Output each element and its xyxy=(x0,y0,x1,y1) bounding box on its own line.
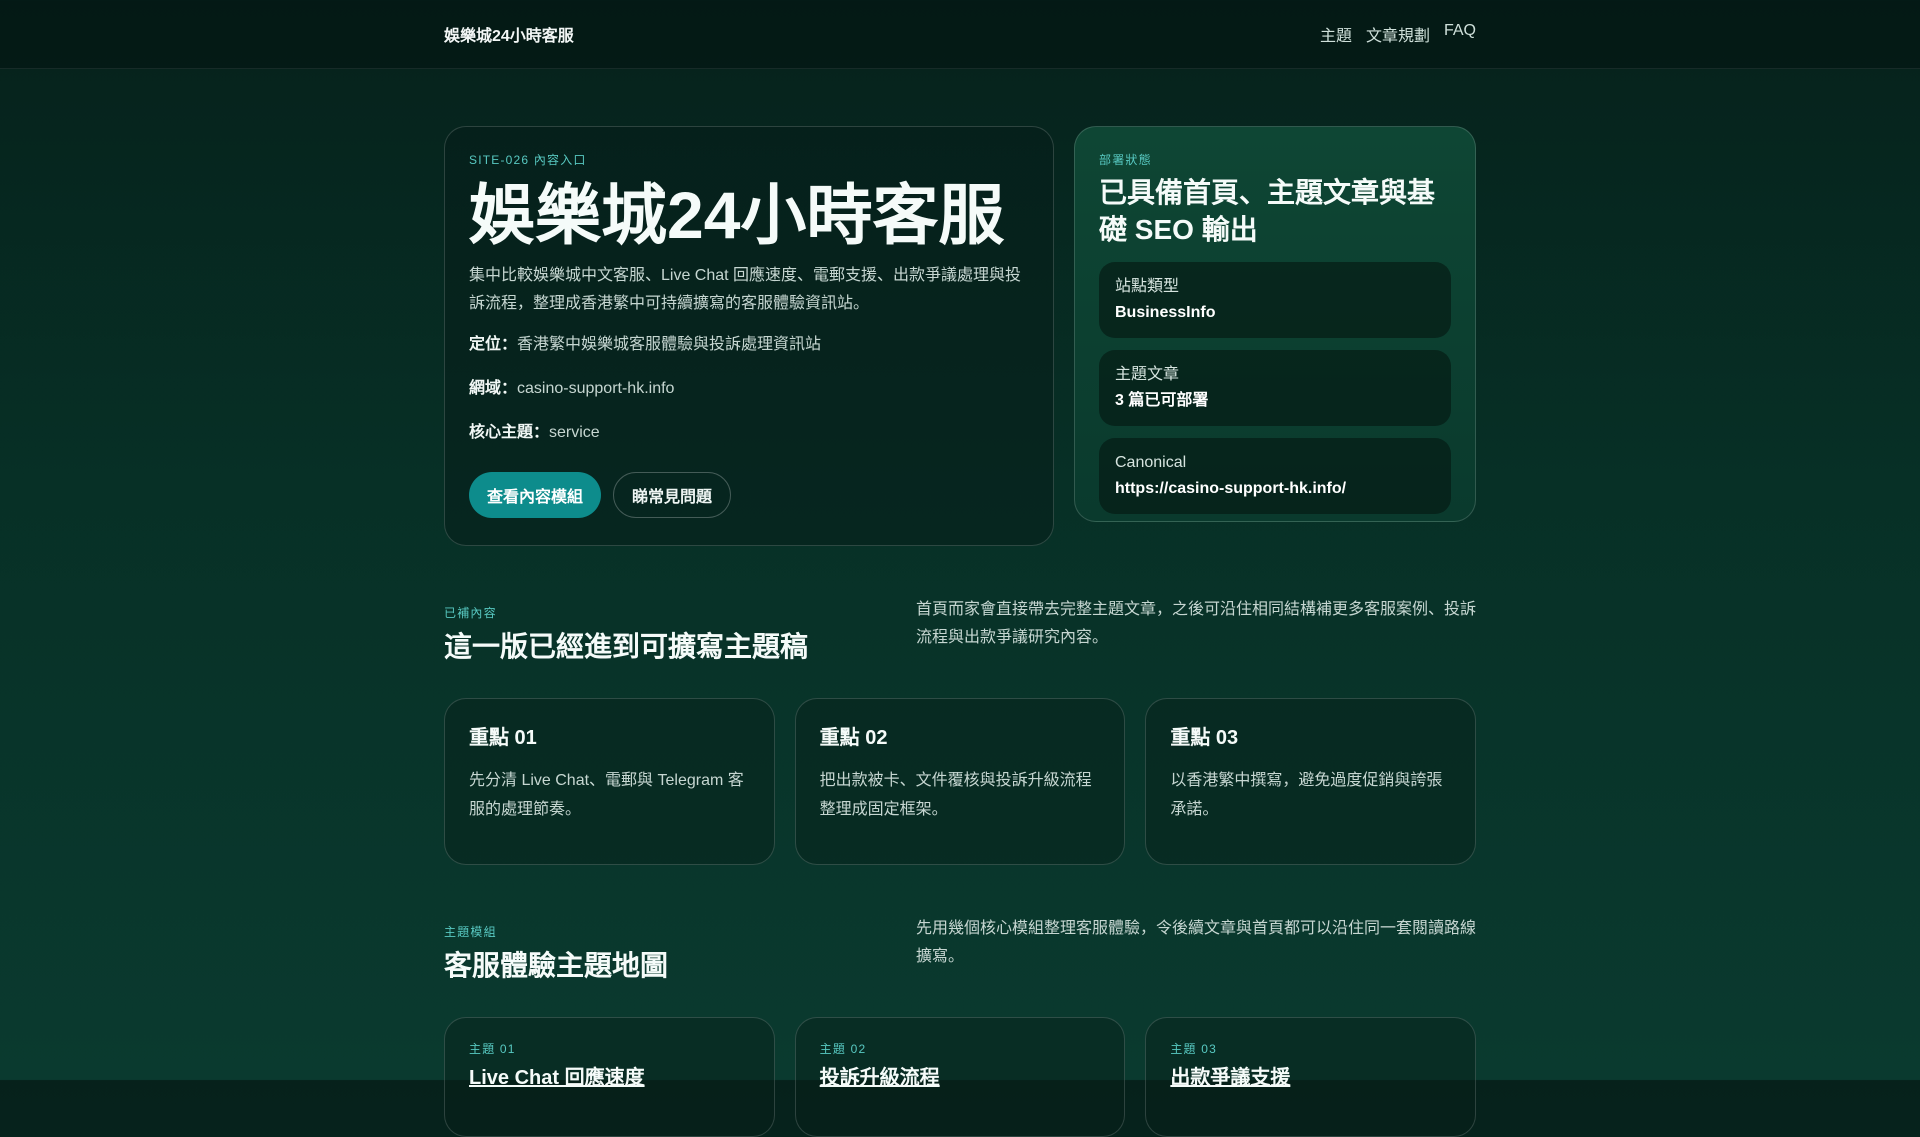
key-point-card: 重點 01 先分清 Live Chat、電郵與 Telegram 客服的處理節奏… xyxy=(444,698,775,865)
topic-card: 主題 02 投訴升級流程 xyxy=(794,1017,1126,1137)
positioning-label: 定位： xyxy=(469,335,518,353)
stat-label: Canonical xyxy=(1115,454,1187,471)
section1-note: 首頁而家會直接帶去完整主題文章，之後可沿住相同結構補更多客服案例、投訴流程與出款… xyxy=(916,601,1477,646)
deployment-status-card: 部署狀態 已具備首頁、主題文章與基礎 SEO 輸出 站點類型 BusinessI… xyxy=(1074,126,1476,522)
stat-value: https://casino-support-hk.info/ xyxy=(1115,480,1347,497)
topic-link-complaints[interactable]: 投訴升級流程 xyxy=(820,1061,940,1090)
domain-label: 網域： xyxy=(469,379,518,397)
section2-title: 客服體驗主題地圖 xyxy=(444,950,669,981)
domain-row: 網域：casino-support-hk.info xyxy=(469,376,1029,402)
topic-link-live-chat[interactable]: Live Chat 回應速度 xyxy=(469,1061,645,1090)
positioning-value: 香港繁中娛樂城客服體驗與投訴處理資訊站 xyxy=(517,335,822,353)
topic-eyebrow: 主題 03 xyxy=(1170,1042,1218,1056)
stat-articles: 主題文章 3 篇已可部署 xyxy=(1099,350,1451,426)
domain-value: casino-support-hk.info xyxy=(517,379,675,397)
topic-eyebrow: 主題 02 xyxy=(819,1042,867,1056)
key-points-list: 重點 01 先分清 Live Chat、電郵與 Telegram 客服的處理節奏… xyxy=(444,698,1477,865)
positioning-row: 定位：香港繁中娛樂城客服體驗與投訴處理資訊站 xyxy=(469,332,1029,358)
nav-item-topics[interactable]: 主題 xyxy=(1320,22,1352,46)
hero-title: 娛樂城24小時客服 xyxy=(469,178,1005,252)
key-point-description: 以香港繁中撰寫，避免過度促銷與誇張承諾。 xyxy=(1170,772,1443,818)
content-section-header: 已補內容 這一版已經進到可擴寫主題稿 首頁而家會直接帶去完整主題文章，之後可沿住… xyxy=(444,601,1476,668)
hero-card: SITE-026 內容入口 娛樂城24小時客服 集中比較娛樂城中文客服、Live… xyxy=(444,126,1054,546)
top-navbar: 娛樂城24小時客服 主題 文章規劃 FAQ xyxy=(0,0,1920,69)
topic-eyebrow: 主題 01 xyxy=(469,1042,516,1056)
topic-map-list: 主題 01 Live Chat 回應速度 主題 02 投訴升級流程 主題 03 … xyxy=(444,1017,1477,1137)
key-point-description: 先分清 Live Chat、電郵與 Telegram 客服的處理節奏。 xyxy=(469,772,744,818)
core-topic-label: 核心主題： xyxy=(469,423,550,441)
hero-eyebrow: SITE-026 內容入口 xyxy=(469,153,587,167)
hero-buttons: 查看內容模組 睇常見問題 xyxy=(469,471,1029,518)
view-modules-button[interactable]: 查看內容模組 xyxy=(469,471,602,518)
core-topic-row: 核心主題：service xyxy=(469,420,1029,446)
main-content: SITE-026 內容入口 娛樂城24小時客服 集中比較娛樂城中文客服、Live… xyxy=(444,126,1477,1137)
stat-value: BusinessInfo xyxy=(1115,304,1216,321)
key-point-title: 重點 03 xyxy=(1170,727,1239,749)
key-point-card: 重點 03 以香港繁中撰寫，避免過度促銷與誇張承諾。 xyxy=(1145,698,1477,865)
key-point-description: 把出款被卡、文件覆核與投訴升級流程整理成固定框架。 xyxy=(819,772,1092,818)
stat-label: 站點類型 xyxy=(1115,278,1180,295)
nav-item-faq[interactable]: FAQ xyxy=(1444,22,1476,46)
key-point-title: 重點 02 xyxy=(819,727,888,749)
key-point-title: 重點 01 xyxy=(469,727,537,749)
topic-card: 主題 03 出款爭議支援 xyxy=(1145,1017,1477,1137)
topic-section-header: 主題模組 客服體驗主題地圖 先用幾個核心模組整理客服體驗，令後續文章與首頁都可以… xyxy=(444,920,1476,987)
stat-site-type: 站點類型 BusinessInfo xyxy=(1099,262,1451,338)
hero-section: SITE-026 內容入口 娛樂城24小時客服 集中比較娛樂城中文客服、Live… xyxy=(444,126,1476,546)
status-title: 已具備首頁、主題文章與基礎 SEO 輸出 xyxy=(1099,177,1436,245)
key-point-card: 重點 02 把出款被卡、文件覆核與投訴升級流程整理成固定框架。 xyxy=(794,698,1126,865)
topic-card: 主題 01 Live Chat 回應速度 xyxy=(444,1017,775,1137)
nav-item-article-plan[interactable]: 文章規劃 xyxy=(1366,22,1430,46)
site-brand[interactable]: 娛樂城24小時客服 xyxy=(444,22,574,46)
section1-eyebrow: 已補內容 xyxy=(444,606,497,620)
section2-eyebrow: 主題模組 xyxy=(444,925,497,939)
core-topic-value: service xyxy=(549,423,600,441)
topic-link-withdrawal-disputes[interactable]: 出款爭議支援 xyxy=(1170,1061,1290,1090)
stat-label: 主題文章 xyxy=(1115,366,1180,383)
status-eyebrow: 部署狀態 xyxy=(1099,153,1152,167)
section1-title: 這一版已經進到可擴寫主題稿 xyxy=(444,631,809,662)
section2-note: 先用幾個核心模組整理客服體驗，令後續文章與首頁都可以沿住同一套閱讀路線擴寫。 xyxy=(916,920,1477,965)
stat-canonical: Canonical https://casino-support-hk.info… xyxy=(1099,438,1451,514)
view-faq-button[interactable]: 睇常見問題 xyxy=(613,471,732,518)
stat-value: 3 篇已可部署 xyxy=(1115,392,1209,409)
main-nav: 主題 文章規劃 FAQ xyxy=(1320,22,1476,46)
hero-description: 集中比較娛樂城中文客服、Live Chat 回應速度、電郵支援、出款爭議處理與投… xyxy=(469,266,1022,312)
